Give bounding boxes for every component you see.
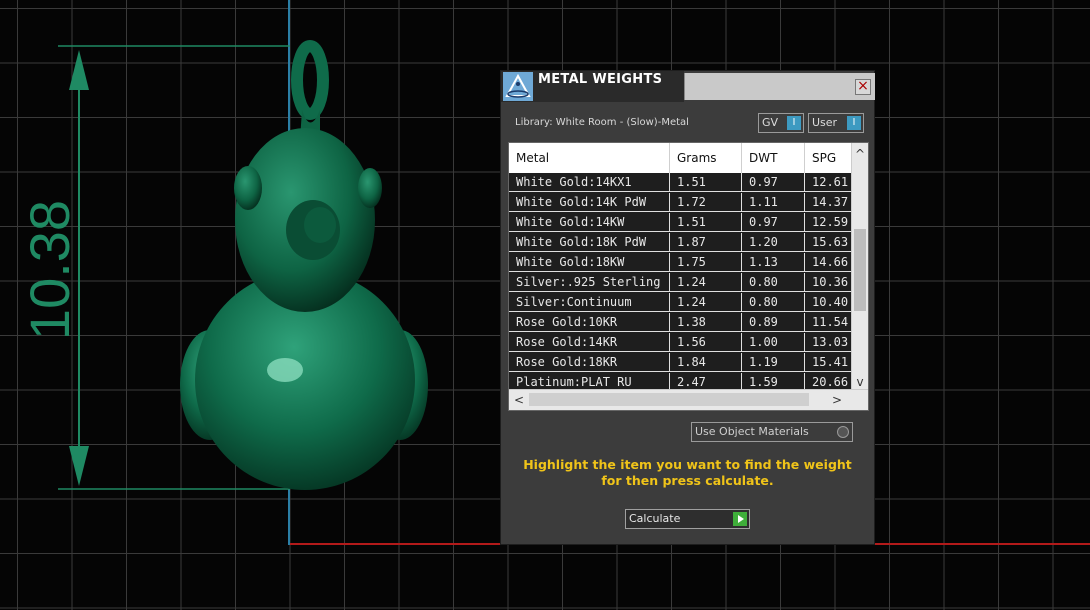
cell-grams: 1.24: [670, 293, 742, 312]
column-header-dwt[interactable]: DWT: [742, 143, 805, 173]
cell-metal: White Gold:14KX1: [509, 173, 670, 192]
cell-dwt: 1.20: [742, 233, 805, 252]
cell-metal: White Gold:14KW: [509, 213, 670, 232]
table-row[interactable]: Silver:.925 Sterling 1.24 0.80 10.36: [509, 273, 853, 293]
use-object-materials-label: Use Object Materials: [695, 425, 809, 438]
cell-spg: 14.66: [805, 253, 853, 272]
cell-spg: 10.36: [805, 273, 853, 292]
table-row[interactable]: White Gold:14K PdW 1.72 1.11 14.37: [509, 193, 853, 213]
titlebar-drag-area[interactable]: ×: [684, 73, 875, 100]
play-icon: [733, 512, 747, 526]
cell-grams: 1.51: [670, 173, 742, 192]
cell-dwt: 1.00: [742, 333, 805, 352]
cell-metal: Rose Gold:18KR: [509, 353, 670, 372]
user-indicator-icon: I: [847, 116, 861, 130]
cell-dwt: 1.19: [742, 353, 805, 372]
radio-icon[interactable]: [837, 426, 849, 438]
app-logo-icon: [503, 72, 533, 101]
cell-metal: Rose Gold:14KR: [509, 333, 670, 352]
calculate-button[interactable]: Calculate: [625, 509, 750, 529]
scroll-left-icon[interactable]: <: [511, 393, 527, 407]
cell-dwt: 0.80: [742, 273, 805, 292]
cell-spg: 15.63: [805, 233, 853, 252]
cell-grams: 1.56: [670, 333, 742, 352]
close-button[interactable]: ×: [855, 79, 871, 95]
gv-indicator-icon: I: [787, 116, 801, 130]
instructions-line-2: for then press calculate.: [601, 473, 774, 488]
cell-spg: 14.37: [805, 193, 853, 212]
cell-grams: 1.72: [670, 193, 742, 212]
table-row[interactable]: Silver:Continuum 1.24 0.80 10.40: [509, 293, 853, 313]
duck-pendant-model[interactable]: [170, 40, 440, 500]
vertical-scrollbar[interactable]: ^ v: [851, 143, 868, 395]
gv-toggle-label: GV: [762, 116, 779, 129]
dialog-titlebar[interactable]: METAL WEIGHTS ×: [501, 71, 875, 102]
cell-dwt: 1.11: [742, 193, 805, 212]
cell-dwt: 0.89: [742, 313, 805, 332]
instructions-text: Highlight the item you want to find the …: [501, 457, 874, 489]
cell-metal: Silver:.925 Sterling: [509, 273, 670, 292]
cell-dwt: 0.97: [742, 173, 805, 192]
library-label: Library: White Room - (Slow)-Metal: [515, 117, 689, 128]
cell-metal: White Gold:18KW: [509, 253, 670, 272]
table-row[interactable]: White Gold:18KW 1.75 1.13 14.66: [509, 253, 853, 273]
cell-spg: 15.41: [805, 353, 853, 372]
user-toggle-button[interactable]: User I: [808, 113, 864, 133]
titlebar-left: METAL WEIGHTS: [501, 71, 684, 102]
horizontal-scroll-thumb[interactable]: [529, 393, 809, 406]
metal-weights-dialog: METAL WEIGHTS × Library: White Room - (S…: [500, 70, 875, 545]
scroll-right-icon[interactable]: >: [829, 393, 845, 407]
table-row[interactable]: White Gold:14KX1 1.51 0.97 12.61: [509, 173, 853, 193]
metal-table[interactable]: Metal Grams DWT SPG White Gold:14KX1 1.51…: [508, 142, 869, 411]
horizontal-scrollbar[interactable]: < >: [509, 389, 868, 410]
table-body: White Gold:14KX1 1.51 0.97 12.61 White Gold:…: [509, 173, 853, 391]
cell-grams: 1.51: [670, 213, 742, 232]
table-row[interactable]: White Gold:18K PdW 1.87 1.20 15.63: [509, 233, 853, 253]
scroll-up-icon[interactable]: ^: [852, 147, 868, 161]
cell-metal: Silver:Continuum: [509, 293, 670, 312]
cell-dwt: 0.80: [742, 293, 805, 312]
scroll-down-icon[interactable]: v: [852, 375, 868, 389]
cell-dwt: 0.97: [742, 213, 805, 232]
cell-grams: 1.84: [670, 353, 742, 372]
cell-metal: White Gold:14K PdW: [509, 193, 670, 212]
cell-metal: Rose Gold:10KR: [509, 313, 670, 332]
cell-grams: 1.24: [670, 273, 742, 292]
gv-toggle-button[interactable]: GV I: [758, 113, 804, 133]
cell-spg: 12.59: [805, 213, 853, 232]
vertical-scroll-thumb[interactable]: [854, 229, 866, 311]
cell-grams: 1.38: [670, 313, 742, 332]
table-header: Metal Grams DWT SPG: [509, 143, 865, 173]
instructions-line-1: Highlight the item you want to find the …: [523, 457, 852, 472]
table-row[interactable]: Rose Gold:18KR 1.84 1.19 15.41: [509, 353, 853, 373]
cell-grams: 1.75: [670, 253, 742, 272]
cell-metal: White Gold:18K PdW: [509, 233, 670, 252]
column-header-metal[interactable]: Metal: [509, 143, 670, 173]
cell-spg: 10.40: [805, 293, 853, 312]
cell-spg: 13.03: [805, 333, 853, 352]
dimension-value: 10.38: [18, 199, 81, 341]
cell-grams: 1.87: [670, 233, 742, 252]
cell-spg: 11.54: [805, 313, 853, 332]
calculate-label: Calculate: [629, 512, 681, 525]
column-header-grams[interactable]: Grams: [670, 143, 742, 173]
table-row[interactable]: Rose Gold:14KR 1.56 1.00 13.03: [509, 333, 853, 353]
cell-spg: 12.61: [805, 173, 853, 192]
table-row[interactable]: White Gold:14KW 1.51 0.97 12.59: [509, 213, 853, 233]
use-object-materials-option[interactable]: Use Object Materials: [691, 422, 853, 442]
table-row[interactable]: Rose Gold:10KR 1.38 0.89 11.54: [509, 313, 853, 333]
dialog-title: METAL WEIGHTS: [538, 72, 663, 87]
user-toggle-label: User: [812, 116, 838, 129]
cell-dwt: 1.13: [742, 253, 805, 272]
